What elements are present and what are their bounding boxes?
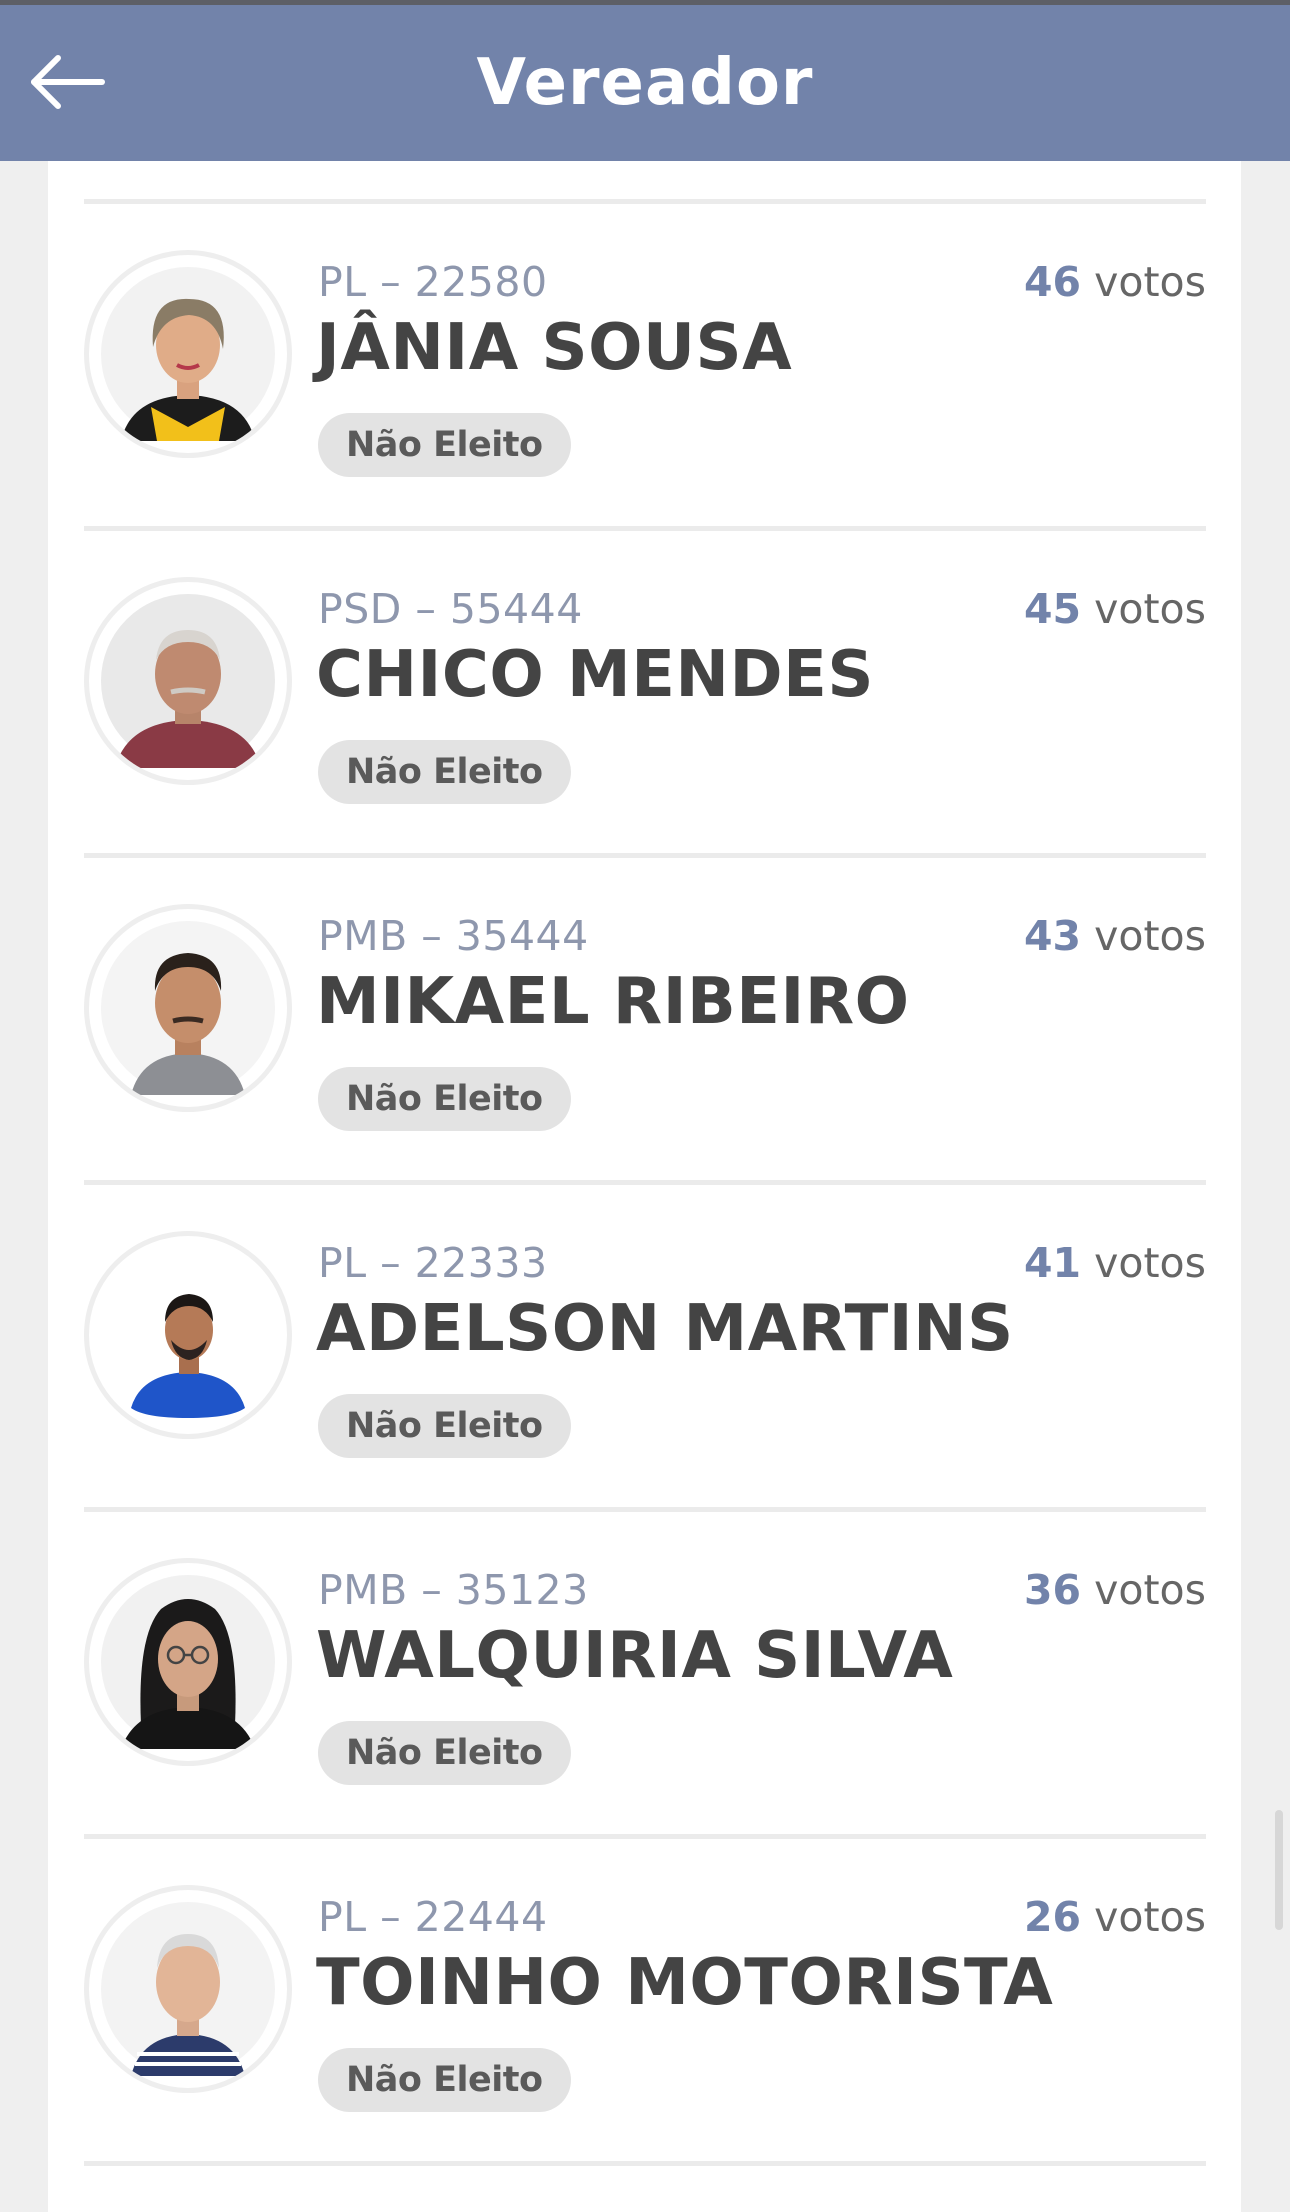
candidate-name: WALQUIRIA SILVA (316, 1619, 954, 1693)
vote-number: 26 (1024, 1893, 1082, 1941)
vote-unit: votos (1094, 1893, 1206, 1941)
candidate-party: PMB – 35123 (318, 1566, 589, 1614)
status-badge: Não Eleito (318, 1394, 571, 1458)
status-badge: Não Eleito (318, 1721, 571, 1785)
vote-count: 46 votos (1024, 258, 1206, 306)
status-badge: Não Eleito (318, 413, 571, 477)
vote-count: 43 votos (1024, 912, 1206, 960)
candidate-party: PL – 22444 (318, 1893, 548, 1941)
candidate-photo (84, 250, 292, 458)
vote-count: 36 votos (1024, 1566, 1206, 1614)
candidate-name: ADELSON MARTINS (316, 1292, 1014, 1366)
back-button[interactable] (24, 47, 114, 117)
candidate-name: TOINHO MOTORISTA (316, 1946, 1054, 2020)
vote-count: 26 votos (1024, 1893, 1206, 1941)
status-badge: Não Eleito (318, 2048, 571, 2112)
candidate-photo (84, 1231, 292, 1439)
candidate-list-card: PL – 22580 JÂNIA SOUSA Não Eleito 46 vot… (48, 161, 1241, 2212)
arrow-left-icon (31, 55, 105, 109)
vote-unit: votos (1094, 258, 1206, 306)
candidate-name: MIKAEL RIBEIRO (316, 965, 910, 1039)
vote-unit: votos (1094, 912, 1206, 960)
vote-number: 43 (1024, 912, 1082, 960)
vote-number: 45 (1024, 585, 1082, 633)
candidate-party: PMB – 35444 (318, 912, 589, 960)
scrollbar[interactable] (1275, 1810, 1283, 1930)
candidate-row[interactable]: PL – 22444 TOINHO MOTORISTA Não Eleito 2… (84, 1834, 1206, 2161)
status-badge: Não Eleito (318, 740, 571, 804)
man-portrait-icon (101, 921, 275, 1095)
status-badge: Não Eleito (318, 1067, 571, 1131)
candidate-party: PL – 22580 (318, 258, 548, 306)
vote-unit: votos (1094, 1239, 1206, 1287)
candidate-row[interactable]: PL – 22580 JÂNIA SOUSA Não Eleito 46 vot… (84, 199, 1206, 526)
candidate-photo (84, 904, 292, 1112)
man-portrait-icon (101, 1248, 275, 1422)
list-divider (84, 2161, 1206, 2166)
candidate-row[interactable]: PMB – 35444 MIKAEL RIBEIRO Não Eleito 43… (84, 853, 1206, 1180)
vote-count: 41 votos (1024, 1239, 1206, 1287)
vote-unit: votos (1094, 1566, 1206, 1614)
candidate-name: CHICO MENDES (316, 638, 874, 712)
vote-count: 45 votos (1024, 585, 1206, 633)
man-portrait-icon (101, 594, 275, 768)
vote-number: 41 (1024, 1239, 1082, 1287)
page-title: Vereador (476, 46, 814, 120)
app-header: Vereador (0, 5, 1290, 161)
candidate-party: PL – 22333 (318, 1239, 548, 1287)
vote-unit: votos (1094, 585, 1206, 633)
candidate-row[interactable]: PL – 22333 ADELSON MARTINS Não Eleito 41… (84, 1180, 1206, 1507)
candidate-row[interactable]: PMB – 35123 WALQUIRIA SILVA Não Eleito 3… (84, 1507, 1206, 1834)
woman-portrait-icon (101, 1575, 275, 1749)
candidate-photo (84, 577, 292, 785)
candidate-photo (84, 1558, 292, 1766)
man-portrait-icon (101, 1902, 275, 2076)
candidate-row[interactable]: PSD – 55444 CHICO MENDES Não Eleito 45 v… (84, 526, 1206, 853)
candidate-party: PSD – 55444 (318, 585, 583, 633)
vote-number: 36 (1024, 1566, 1082, 1614)
candidate-photo (84, 1885, 292, 2093)
vote-number: 46 (1024, 258, 1082, 306)
candidate-name: JÂNIA SOUSA (316, 311, 793, 385)
woman-portrait-icon (101, 267, 275, 441)
